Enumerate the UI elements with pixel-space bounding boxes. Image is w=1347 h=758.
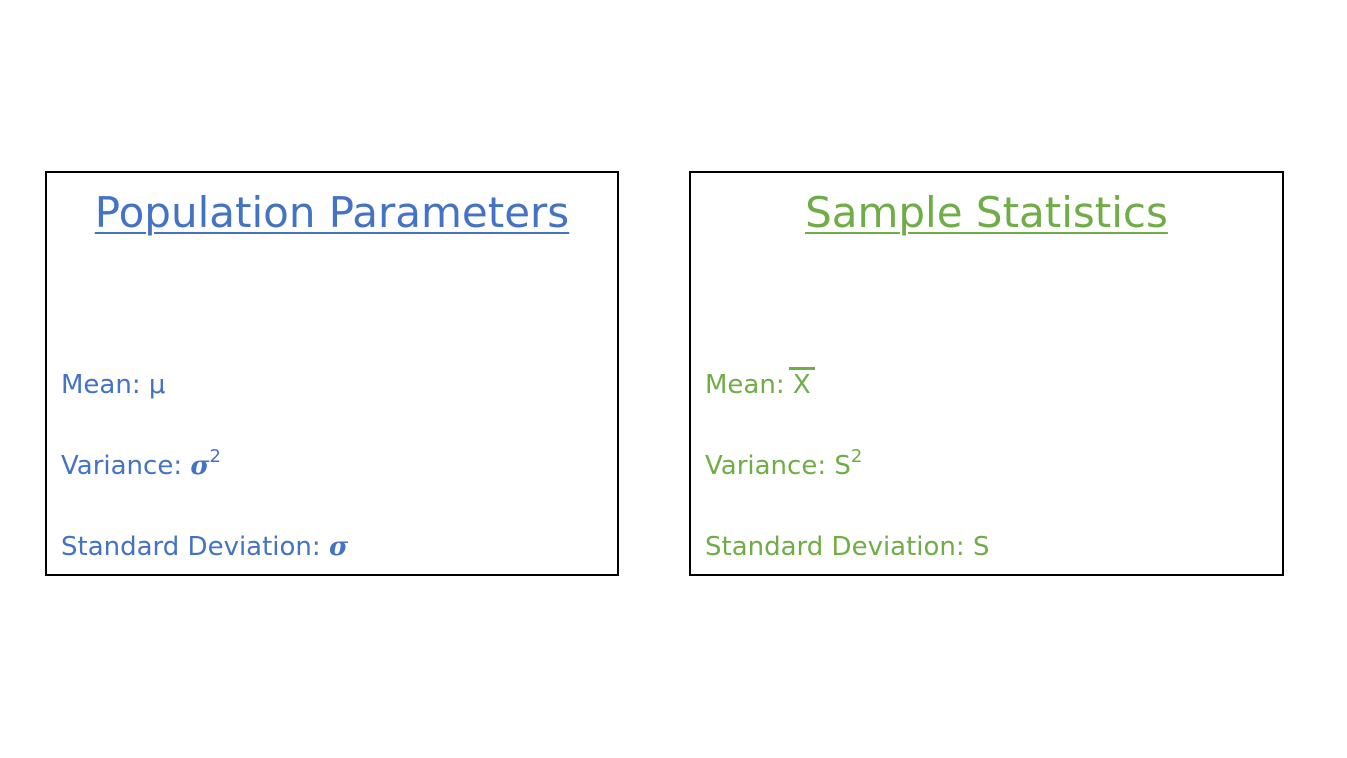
population-sd-label: Standard Deviation: <box>61 532 329 562</box>
population-variance-exponent: 2 <box>209 446 221 468</box>
population-title: Population Parameters <box>94 188 570 237</box>
population-parameters-box: Population Parameters Mean: μ Variance: … <box>45 171 619 576</box>
population-sd-symbol: σ <box>328 532 349 562</box>
sample-title: Sample Statistics <box>805 188 1168 237</box>
sample-variance-label: Variance: <box>705 451 835 481</box>
sample-mean-row: Mean: X <box>705 367 815 401</box>
population-mean-label: Mean: <box>61 370 149 400</box>
population-variance-row: Variance: σ2 <box>61 448 221 482</box>
sample-sd-symbol: S <box>972 532 990 562</box>
population-sd-row: Standard Deviation: σ <box>61 531 348 563</box>
sample-sd-row: Standard Deviation: S <box>705 531 989 563</box>
sample-sd-label: Standard Deviation: <box>705 532 973 562</box>
population-variance-symbol: σ <box>190 451 210 481</box>
population-mean-row: Mean: μ <box>61 369 165 401</box>
sample-variance-row: Variance: S2 <box>705 448 862 482</box>
sample-statistics-box: Sample Statistics Mean: X Variance: S2 S… <box>689 171 1284 576</box>
sample-variance-exponent: 2 <box>850 446 863 468</box>
sample-mean-label: Mean: <box>705 370 793 400</box>
population-mean-symbol: μ <box>148 370 166 400</box>
sample-variance-symbol: S <box>834 451 851 481</box>
population-variance-label: Variance: <box>61 451 191 481</box>
sample-mean-symbol: X <box>788 367 815 400</box>
